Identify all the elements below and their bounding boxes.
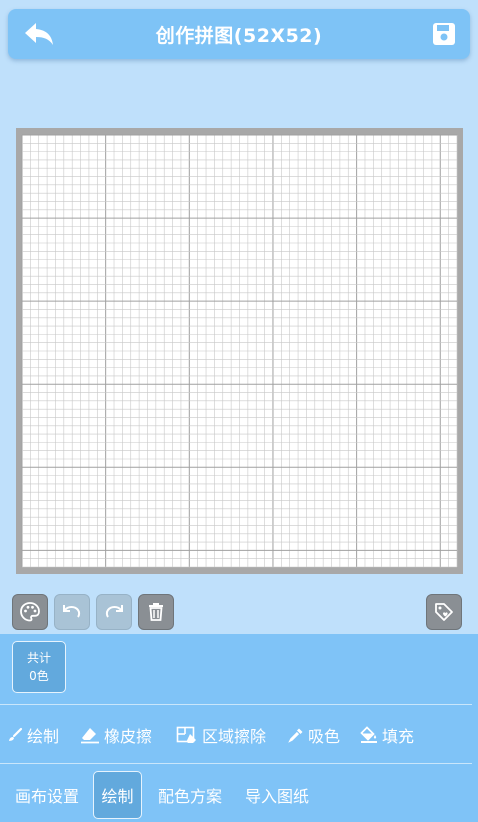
tab-canvas-settings[interactable]: 画布设置 (8, 771, 86, 819)
tag-icon (435, 603, 453, 621)
top-bar: 创作拼图(52X52) (8, 9, 470, 59)
tool-fill[interactable]: 填充 (360, 720, 414, 750)
tool-area-erase[interactable]: 区域擦除 (176, 720, 266, 750)
tool-eraser-label: 橡皮擦 (104, 727, 153, 746)
tab-color-scheme[interactable]: 配色方案 (150, 771, 230, 819)
tool-eraser[interactable]: 橡皮擦 (80, 720, 152, 750)
pixel-canvas[interactable] (16, 128, 463, 574)
brush-icon (9, 727, 23, 741)
tool-draw[interactable]: 绘制 (7, 720, 59, 750)
tab-import-pattern[interactable]: 导入图纸 (237, 771, 317, 819)
fill-bucket-icon (360, 726, 377, 743)
palette-button[interactable] (12, 594, 48, 630)
tool-eyedropper[interactable]: 吸色 (288, 720, 340, 750)
undo-button[interactable] (54, 594, 90, 630)
undo-icon (63, 605, 81, 618)
bottom-tabs: 画布设置 绘制 配色方案 导入图纸 (0, 768, 478, 819)
eraser-icon (81, 728, 99, 744)
area-erase-icon (176, 726, 196, 743)
tool-area-erase-label: 区域擦除 (202, 727, 267, 746)
divider (0, 763, 472, 764)
bottom-panel: 共计 0色 绘制 橡皮擦 区域擦除 吸色 填充 画布设置 绘制 配色方案 导入图… (0, 634, 478, 822)
redo-icon (105, 605, 123, 618)
tag-button[interactable] (426, 594, 462, 630)
tab-draw[interactable]: 绘制 (93, 771, 142, 819)
delete-button[interactable] (138, 594, 174, 630)
tool-eyedropper-label: 吸色 (308, 727, 341, 746)
color-count-value: 0色 (29, 669, 49, 683)
divider (0, 704, 472, 705)
tool-draw-label: 绘制 (27, 727, 60, 746)
trash-icon (149, 603, 163, 621)
draw-tools-row: 绘制 橡皮擦 区域擦除 吸色 填充 (0, 720, 478, 750)
redo-button[interactable] (96, 594, 132, 630)
save-floppy-icon[interactable] (431, 21, 457, 47)
color-count-box[interactable]: 共计 0色 (12, 641, 66, 693)
page-title: 创作拼图(52X52) (155, 25, 323, 47)
tool-fill-label: 填充 (382, 727, 415, 746)
back-arrow-icon[interactable] (22, 20, 56, 48)
eyedropper-icon (288, 728, 303, 743)
color-count-label: 共计 (26, 651, 51, 665)
palette-icon (20, 602, 40, 622)
